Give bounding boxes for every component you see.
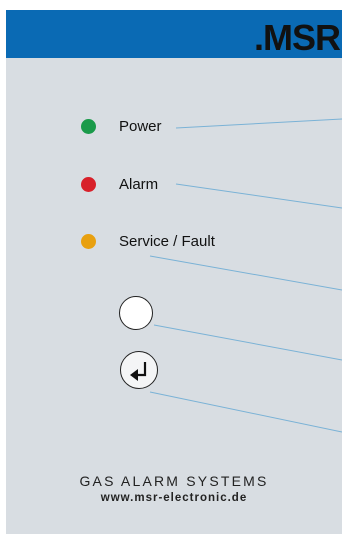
power-label: Power xyxy=(119,118,162,135)
leader-line-service xyxy=(149,255,342,291)
alarm-label: Alarm xyxy=(119,176,159,193)
leader-line-enter-button xyxy=(149,391,342,433)
leader-line-round-button xyxy=(153,324,342,361)
leader-lines xyxy=(149,118,342,433)
alarm-led-icon xyxy=(81,177,96,192)
leader-line-power xyxy=(175,118,342,129)
round-button[interactable] xyxy=(119,296,153,330)
service-fault-led-icon xyxy=(81,234,96,249)
enter-button[interactable] xyxy=(120,351,158,389)
service-fault-label: Service / Fault xyxy=(119,233,215,250)
enter-return-icon xyxy=(130,362,147,381)
footer-url[interactable]: www.msr-electronic.de xyxy=(6,492,342,504)
power-led-icon xyxy=(81,119,96,134)
leader-line-alarm xyxy=(175,183,342,209)
footer-title: GAS ALARM SYSTEMS xyxy=(79,473,269,489)
